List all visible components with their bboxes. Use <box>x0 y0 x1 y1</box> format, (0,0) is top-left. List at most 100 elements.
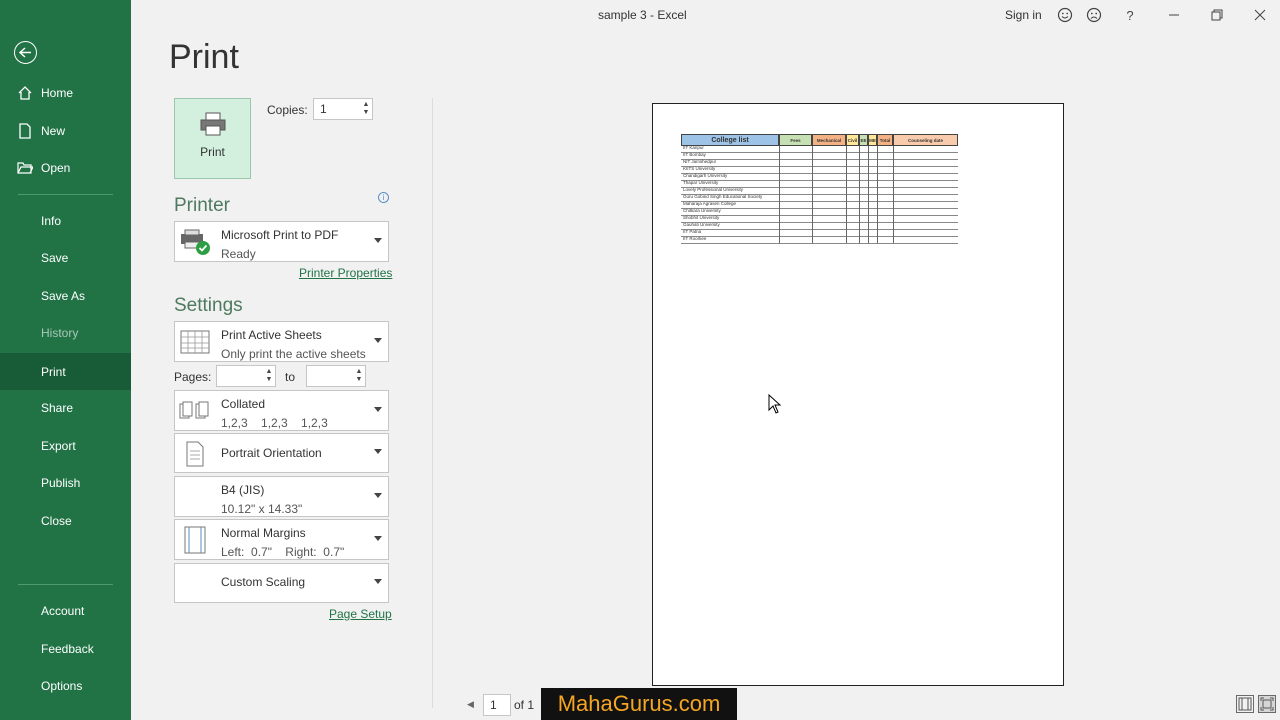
preview-row-label: IIT Roorkee <box>683 236 707 241</box>
margins-dropdown[interactable]: Normal Margins Left: 0.7" Right: 0.7" <box>174 519 389 560</box>
info-icon[interactable]: i <box>378 192 389 203</box>
sheet-grid-icon <box>179 328 211 356</box>
nav-save[interactable]: Save <box>0 240 131 276</box>
page-number-input[interactable]: 1 <box>483 694 511 716</box>
nav-label: Save As <box>41 289 86 303</box>
nav-info[interactable]: Info <box>0 203 131 239</box>
nav-close[interactable]: Close <box>0 503 131 539</box>
preview-column-line <box>779 146 780 243</box>
nav-new[interactable]: New <box>0 113 131 149</box>
nav-divider <box>18 194 113 195</box>
frown-icon[interactable] <box>1085 6 1103 24</box>
minimize-icon[interactable] <box>1165 6 1183 24</box>
collation-dropdown[interactable]: Collated 1,2,3 1,2,3 1,2,3 <box>174 390 389 431</box>
printer-dropdown[interactable]: Microsoft Print to PDF Ready <box>174 221 389 262</box>
nav-home[interactable]: Home <box>0 75 131 111</box>
nav-label: Open <box>41 161 71 175</box>
preview-column-line <box>893 146 894 243</box>
printer-ready-icon <box>179 228 211 256</box>
collation-sub: 1,2,3 1,2,3 1,2,3 <box>221 416 328 430</box>
preview-row-label: Maharaja Agrasen College <box>683 201 737 206</box>
folder-icon <box>17 160 33 176</box>
chevron-down-icon <box>374 237 382 243</box>
printer-name: Microsoft Print to PDF <box>221 228 339 242</box>
preview-column-line <box>846 146 847 243</box>
preview-table-row: IIT Roorkee <box>681 236 958 244</box>
nav-share[interactable]: Share <box>0 390 131 426</box>
nav-label: Export <box>41 439 76 453</box>
preview-row-label: Guru Gobind Singh Educational Society <box>683 194 763 199</box>
paper-size-dropdown[interactable]: B4 (JIS) 10.12" x 14.33" <box>174 476 389 517</box>
page-title: Print <box>169 38 239 76</box>
copies-stepper[interactable]: 1 ▲ ▼ <box>313 98 373 120</box>
spin-arrows-icon[interactable]: ▲ ▼ <box>362 101 370 117</box>
sign-in-link[interactable]: Sign in <box>1005 8 1042 22</box>
nav-feedback[interactable]: Feedback <box>0 631 131 667</box>
preview-row-label: IIT Patna <box>683 229 702 234</box>
show-margins-icon[interactable] <box>1236 695 1254 713</box>
title-bar: sample 3 - Excel Sign in ? <box>131 0 1280 30</box>
preview-table-row: IIT Patna <box>681 229 958 237</box>
preview-row-label: IIT Kanpur <box>683 145 704 150</box>
page-setup-link[interactable]: Page Setup <box>329 607 392 621</box>
smile-icon[interactable] <box>1056 6 1074 24</box>
nav-label: Close <box>41 514 72 528</box>
preview-row-label: Chandigarh University <box>683 173 728 178</box>
nav-history: History <box>0 315 131 351</box>
pages-to-stepper[interactable]: ▲ ▼ <box>306 365 366 387</box>
nav-label: History <box>41 326 79 340</box>
nav-options[interactable]: Options <box>0 668 131 704</box>
close-icon[interactable] <box>1251 6 1269 24</box>
paper-main: B4 (JIS) <box>221 483 265 497</box>
nav-open[interactable]: Open <box>0 150 131 186</box>
preview-table: College list Fees Mechanical Civil EE ME Total… <box>681 134 958 244</box>
preview-column-line <box>877 146 878 243</box>
orientation-main: Portrait Orientation <box>221 446 322 460</box>
settings-section-title: Settings <box>174 295 243 316</box>
orientation-dropdown[interactable]: Portrait Orientation <box>174 433 389 473</box>
nav-label: Save <box>41 251 69 265</box>
excel-backstage-print: Home New Open Info Save Save As History … <box>0 0 1280 720</box>
preview-table-row: Chandigarh University <box>681 173 958 181</box>
preview-row-label: KIITS University <box>683 166 716 171</box>
nav-export[interactable]: Export <box>0 428 131 464</box>
help-icon[interactable]: ? <box>1121 6 1139 24</box>
mouse-cursor-icon <box>768 394 782 414</box>
restore-icon[interactable] <box>1208 6 1226 24</box>
back-arrow-icon[interactable] <box>14 41 37 64</box>
new-doc-icon <box>17 123 33 139</box>
preview-row-label: Shobhit University <box>683 215 720 220</box>
printer-status: Ready <box>221 247 256 261</box>
chevron-down-icon <box>374 337 382 343</box>
print-button[interactable]: Print <box>174 98 251 179</box>
zoom-to-page-icon[interactable] <box>1258 695 1276 713</box>
chevron-down-icon <box>374 492 382 498</box>
chevron-down-icon <box>374 406 382 412</box>
previous-page-icon[interactable]: ◀ <box>467 699 474 710</box>
spin-arrows-icon[interactable]: ▲ ▼ <box>355 368 363 384</box>
nav-print[interactable]: Print <box>0 353 131 390</box>
scaling-dropdown[interactable]: Custom Scaling <box>174 563 389 603</box>
copies-value: 1 <box>320 102 327 116</box>
preview-row-label: IIT Bombay <box>683 152 706 157</box>
collated-icon <box>179 397 211 425</box>
margins-main: Normal Margins <box>221 526 306 540</box>
spin-arrows-icon[interactable]: ▲ ▼ <box>265 368 273 384</box>
print-scope-dropdown[interactable]: Print Active Sheets Only print the activ… <box>174 321 389 362</box>
pages-from-stepper[interactable]: ▲ ▼ <box>216 365 276 387</box>
preview-row-label: Thapar University <box>683 180 719 185</box>
nav-publish[interactable]: Publish <box>0 465 131 501</box>
nav-label: Publish <box>41 476 81 490</box>
nav-save-as[interactable]: Save As <box>0 278 131 314</box>
nav-label: Info <box>41 214 62 228</box>
preview-table-row: Chitkara University <box>681 208 958 216</box>
nav-label: Print <box>41 364 66 379</box>
preview-header-cell: Civil <box>846 134 859 146</box>
preview-table-row: IIT Kanpur <box>681 145 958 153</box>
preview-header-cell: Total <box>877 134 893 146</box>
print-preview-page: College list Fees Mechanical Civil EE ME Total… <box>652 103 1064 686</box>
printer-properties-link[interactable]: Printer Properties <box>299 266 392 280</box>
printer-icon <box>200 112 225 136</box>
nav-account[interactable]: Account <box>0 593 131 629</box>
preview-table-row: Maharaja Agrasen College <box>681 201 958 209</box>
